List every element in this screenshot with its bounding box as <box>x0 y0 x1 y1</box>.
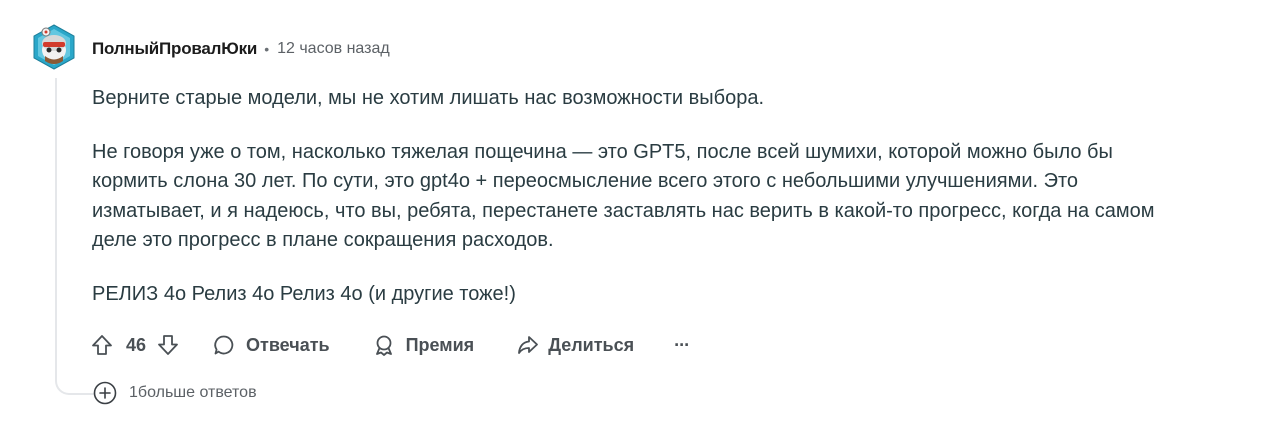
downvote-button[interactable] <box>156 333 180 357</box>
comment-body: Верните старые модели, мы не хотим лишат… <box>92 84 1162 333</box>
username-link[interactable]: ПолныйПровалЮки <box>92 39 257 59</box>
share-arrow-icon <box>518 336 539 354</box>
timestamp[interactable]: 12 часов назад <box>277 40 390 58</box>
avatar-snoo-icon <box>33 24 75 70</box>
award-label: Премия <box>405 334 475 355</box>
speech-bubble-icon <box>214 335 234 355</box>
arrow-up-icon <box>92 335 112 355</box>
more-replies-label: 1больше ответов <box>129 384 257 401</box>
comment-actions: 46 Отвечать Премия Делиться ··· <box>90 328 690 362</box>
comment-paragraph: РЕЛИЗ 4о Релиз 4о Релиз 4о (и другие тож… <box>92 282 516 305</box>
avatar[interactable] <box>30 23 78 71</box>
arrow-down-icon <box>158 335 178 355</box>
share-button[interactable]: Делиться <box>516 333 634 357</box>
award-button[interactable]: Премия <box>372 333 475 357</box>
more-options-button[interactable]: ··· <box>674 334 690 356</box>
comment-header: ПолныйПровалЮки • 12 часов назад <box>92 38 390 60</box>
thread-line <box>55 78 95 395</box>
upvote-button[interactable] <box>90 333 114 357</box>
more-options-icon: ··· <box>674 334 690 355</box>
reply-label: Отвечать <box>246 334 330 355</box>
comment-paragraph: Верните старые модели, мы не хотим лишат… <box>92 87 765 109</box>
vote-count: 46 <box>126 334 147 355</box>
separator-dot: • <box>264 41 270 57</box>
share-label: Делиться <box>548 334 635 355</box>
award-icon <box>375 335 392 356</box>
comment-paragraph: Не говоря уже о том, насколько тяжелая п… <box>92 140 1155 252</box>
plus-circle-icon <box>93 381 117 405</box>
reply-button[interactable]: Отвечать <box>212 333 330 357</box>
more-replies-button[interactable]: 1больше ответов <box>92 380 257 406</box>
